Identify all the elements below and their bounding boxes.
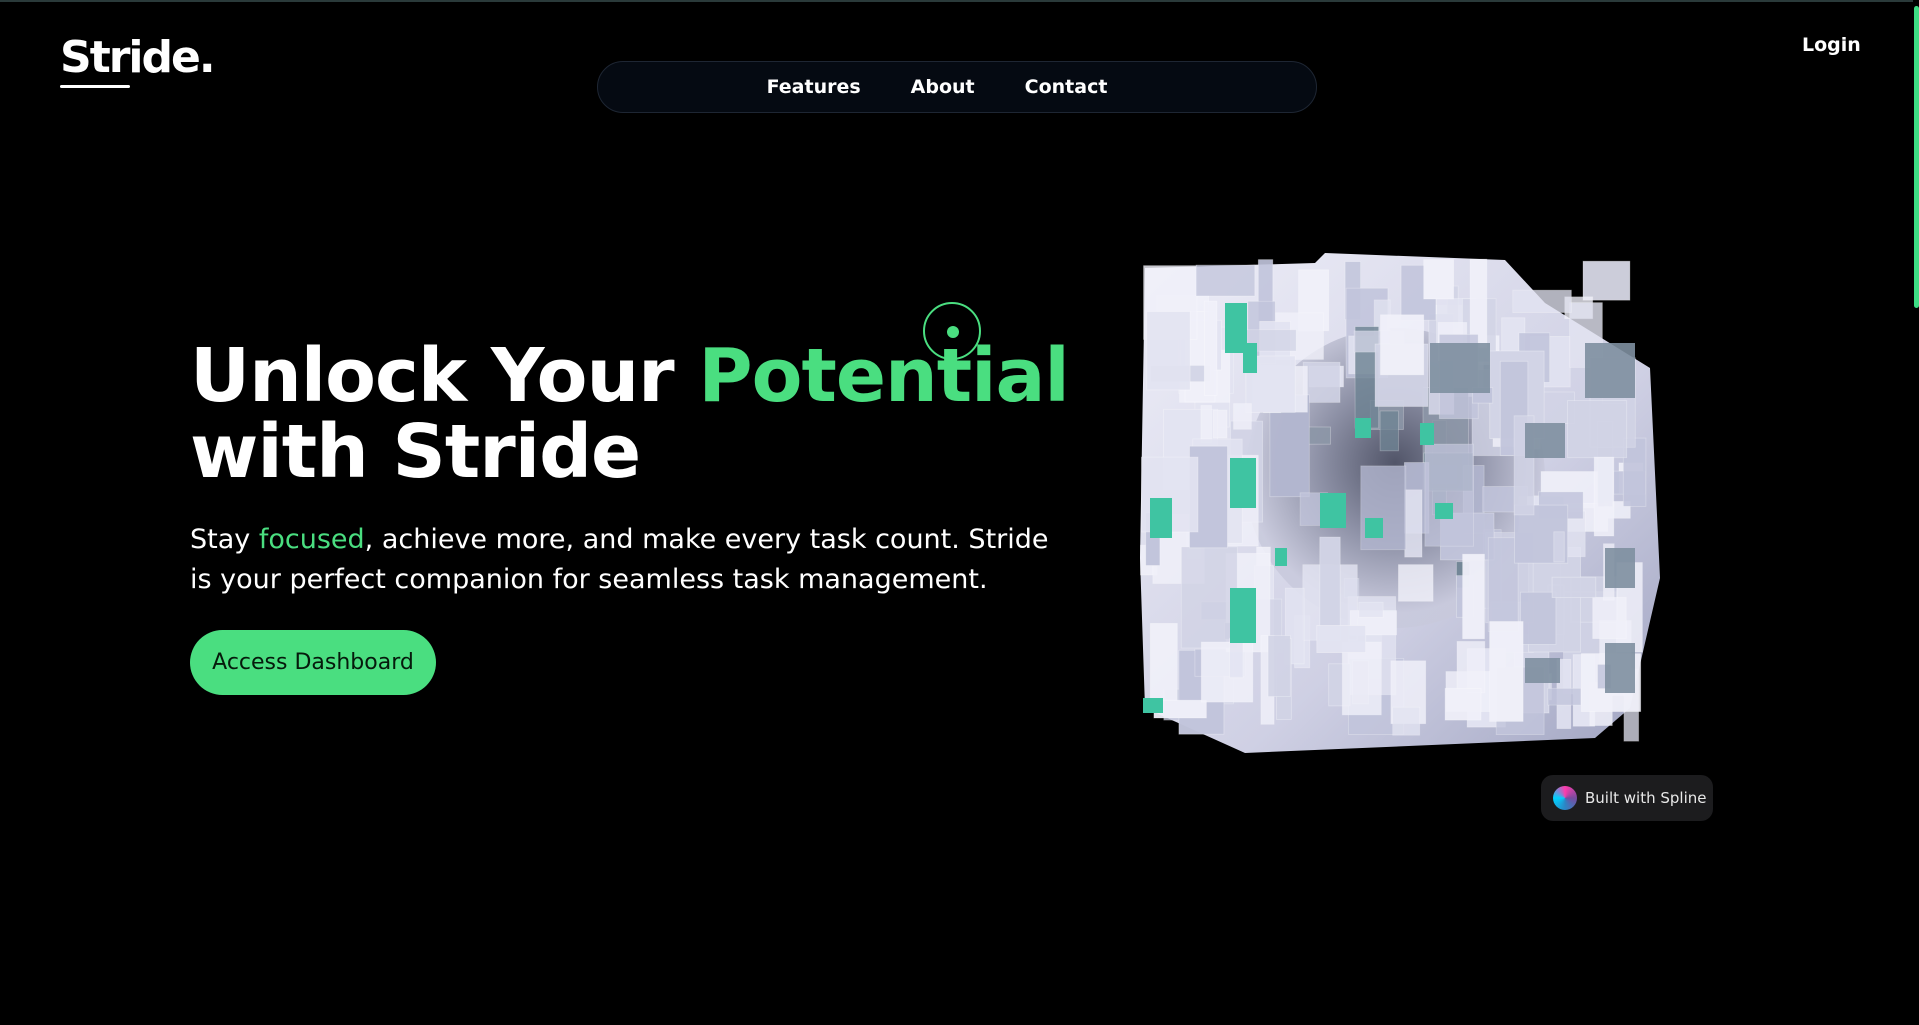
main-nav: Features About Contact [597,61,1317,113]
cube-block [1444,687,1482,721]
cube-block [1200,641,1254,703]
nav-item-contact[interactable]: Contact [1025,76,1108,98]
cube-block-slate [1605,643,1635,693]
cube-block-accent [1230,458,1256,508]
cube-block [1319,536,1341,641]
logo[interactable]: Stride. [60,30,216,86]
cube-block [1397,564,1434,602]
cube-block-accent [1243,343,1257,373]
cube-block-accent [1435,503,1453,519]
cube-block [1229,637,1244,679]
cube-block-slate [1525,658,1560,683]
headline-accent: Potential [698,333,1069,419]
cube-block [1392,706,1421,736]
headline-text-line2: with Stride [190,409,641,495]
cube-block [1456,640,1486,694]
cube-block [1404,489,1423,558]
cube-block [1316,624,1367,653]
cube-block [1341,641,1382,716]
cube-block [1553,531,1565,563]
cube-block [1380,314,1425,376]
scrollbar-thumb[interactable] [1914,6,1919,308]
built-with-spline-badge[interactable]: Built with Spline [1541,775,1713,821]
headline-text: Unlock Your [190,333,699,419]
cube-block-slate [1585,343,1635,398]
cube-block [1212,409,1228,439]
cube-block-slate [1525,423,1565,458]
hero-subtitle: Stay focused, achieve more, and make eve… [190,520,1070,600]
cube-block-accent [1150,498,1172,538]
cube-block [1487,537,1519,632]
3d-cube-visual[interactable] [1125,248,1665,768]
cube-block [1423,259,1455,300]
cube-block-accent [1355,418,1371,438]
cube-block [1149,622,1178,702]
cube-block [1489,621,1524,722]
cube-block [1512,289,1572,313]
cube-block-accent [1275,548,1287,566]
cube-block-slate [1605,548,1635,588]
cube-block-accent [1320,493,1346,528]
nav-item-about[interactable]: About [911,76,975,98]
subtitle-accent: focused [258,524,365,555]
cube-block [1592,596,1627,639]
cube-block [1519,591,1557,645]
cube-block [1582,260,1631,301]
subtitle-text: Stay [190,524,259,555]
access-dashboard-button[interactable]: Access Dashboard [190,630,436,695]
top-border [0,0,1919,2]
cube-block-accent [1365,518,1383,538]
spline-badge-label: Built with Spline [1585,789,1707,807]
cube-block [1200,405,1213,443]
spline-icon [1553,786,1577,810]
cube-block [1547,687,1582,706]
cube-block-accent [1230,588,1256,643]
cube-block [1462,553,1485,640]
cube-block [1379,410,1399,452]
cube-block [1593,456,1615,537]
cube-block [1551,576,1597,599]
cube-block [1267,635,1291,697]
cube-block [1180,546,1238,649]
cube-block [1203,300,1218,396]
cube-block-accent [1143,698,1163,713]
cube-block-accent [1420,423,1434,445]
cube-block [1424,443,1474,547]
cube-block [1146,311,1191,391]
nav-item-features[interactable]: Features [767,76,861,98]
login-link[interactable]: Login [1802,34,1861,56]
cube-block [1567,400,1628,459]
cube-block [1358,601,1384,618]
cube-block-slate [1430,343,1490,393]
hero-headline: Unlock Your Potential with Stride [190,338,1090,490]
logo-underline [60,85,130,88]
cube-block [1195,264,1256,297]
cube-block [1233,403,1252,430]
